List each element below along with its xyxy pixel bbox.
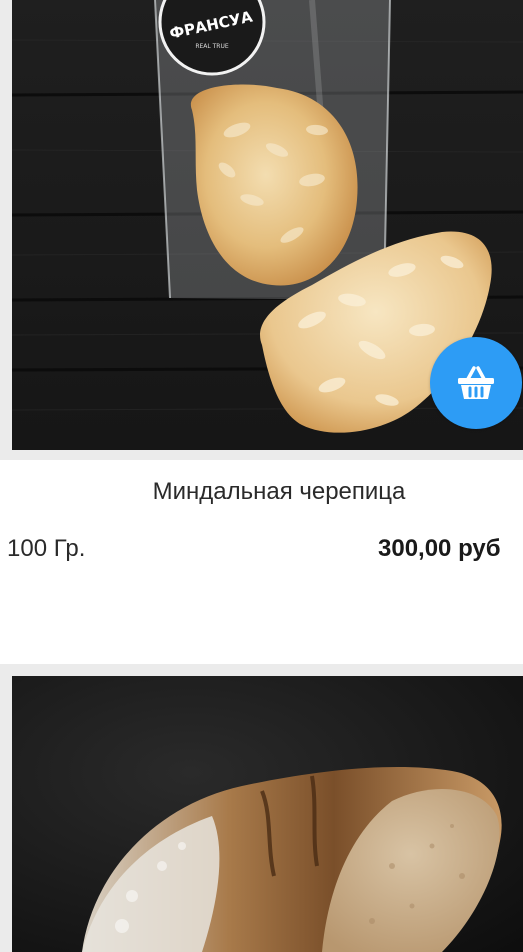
basket-icon <box>456 365 496 401</box>
product-image-frame <box>0 664 523 952</box>
bread-loaf-photo <box>12 676 523 952</box>
product-image[interactable] <box>12 676 523 952</box>
package-sublabel: REAL TRUE <box>195 43 229 50</box>
product-name[interactable]: Миндальная черепица <box>0 478 523 506</box>
product-weight: 100 Гр. <box>7 535 86 562</box>
add-to-cart-button[interactable] <box>430 337 522 429</box>
product-image-frame: ФРАНСУА REAL TRUE <box>0 0 523 460</box>
product-price: 300,00 руб <box>378 535 501 562</box>
